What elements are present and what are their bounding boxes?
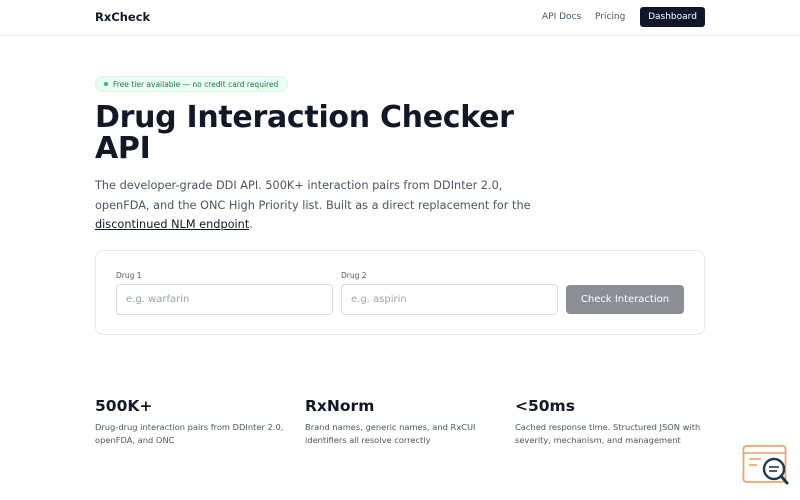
stat-value: RxNorm <box>305 397 375 415</box>
stat-rxnorm: RxNorm Brand names, generic names, and R… <box>305 397 495 447</box>
stat-description: Drug-drug interaction pairs from DDInter… <box>95 422 284 445</box>
page-title: Drug Interaction Checker API <box>95 100 514 166</box>
check-interaction-button[interactable]: Check Interaction <box>566 285 684 314</box>
brand-logo[interactable]: RxCheck <box>95 10 150 24</box>
drug2-label: Drug 2 <box>341 271 367 280</box>
nlm-endpoint-link[interactable]: discontinued NLM endpoint <box>95 218 249 231</box>
drug2-input[interactable] <box>341 284 558 315</box>
nav-link-pricing[interactable]: Pricing <box>595 12 625 22</box>
drug1-label: Drug 1 <box>116 271 142 280</box>
subtitle-end: . <box>249 218 253 231</box>
chat-search-widget[interactable] <box>742 444 790 488</box>
free-tier-badge: Free tier available — no credit card req… <box>95 76 289 92</box>
nav-link-api-docs[interactable]: API Docs <box>542 12 581 22</box>
stat-description: Brand names, generic names, and RxCUI id… <box>305 422 476 445</box>
drug1-input[interactable] <box>116 284 333 315</box>
dashboard-button[interactable]: Dashboard <box>640 7 705 27</box>
status-dot-icon <box>104 82 108 86</box>
hero-subtitle: The developer-grade DDI API. 500K+ inter… <box>95 176 535 235</box>
chat-search-icon <box>742 445 789 485</box>
top-nav: RxCheck API Docs Pricing Dashboard <box>0 0 800 36</box>
stat-response-time: <50ms Cached response time. Structured J… <box>515 397 705 447</box>
badge-text: Free tier available — no credit card req… <box>113 79 279 89</box>
stat-value: 500K+ <box>95 397 153 415</box>
stat-description: Cached response time. Structured JSON wi… <box>515 422 701 445</box>
interaction-checker-card: Drug 1 Drug 2 Check Interaction <box>95 250 705 335</box>
stat-interaction-pairs: 500K+ Drug-drug interaction pairs from D… <box>95 397 285 447</box>
stat-value: <50ms <box>515 397 575 415</box>
subtitle-text: The developer-grade DDI API. 500K+ inter… <box>95 179 531 212</box>
